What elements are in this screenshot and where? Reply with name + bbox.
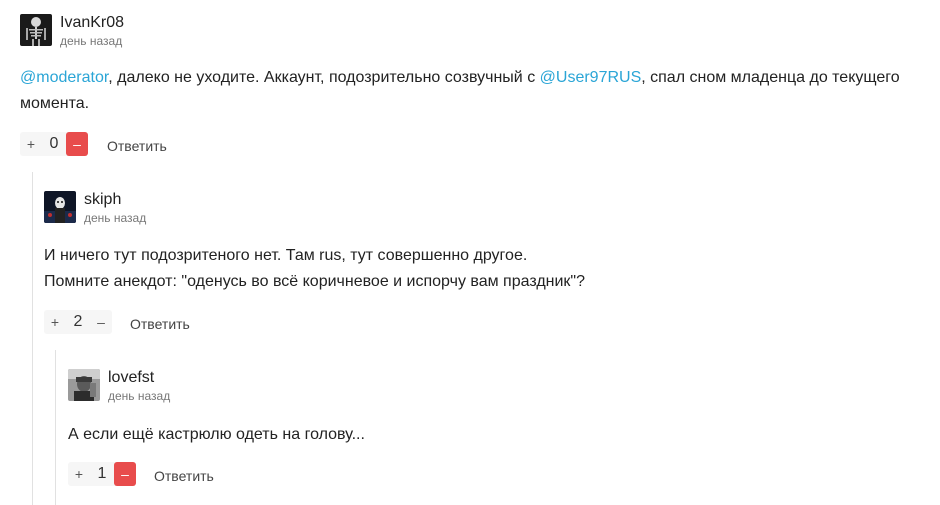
comment-header: skiph день назад [44,191,924,227]
comment-timestamp[interactable]: день назад [84,211,146,225]
vote-count: 2 [73,313,83,330]
comment-skiph: skiph день назад И ничего тут подозритен… [44,191,924,341]
downvote-button[interactable]: – [90,310,112,334]
comment-body-line-2: момента. [20,95,90,112]
comment-text-fragment: , далеко не уходите. Аккаунт, подозрител… [108,69,540,86]
thread-line-level-1 [32,172,33,505]
vote-widget: + 2 – [44,310,112,334]
thread-line-level-2 [55,350,56,505]
comment-body-line-1: А если ещё кастрюлю одеть на голову... [68,426,365,443]
author-name[interactable]: skiph [84,191,121,209]
comment-header: lovefst день назад [68,369,928,405]
avatar[interactable] [20,14,52,46]
downvote-button[interactable]: – [66,132,88,156]
comment-body-line-1: И ничего тут подозритеного нет. Там rus,… [44,247,528,264]
upvote-button[interactable]: + [68,462,90,486]
mention-link[interactable]: @moderator [20,69,108,86]
comment-text-fragment: , спал сном младенца до текущего [641,69,900,86]
vote-widget: + 0 – [20,132,88,156]
avatar[interactable] [44,191,76,223]
comment-lovefst: lovefst день назад А если ещё кастрюлю о… [68,369,928,499]
comment-body: А если ещё кастрюлю одеть на голову... [68,422,365,448]
vote-widget: + 1 – [68,462,136,486]
reply-button[interactable]: Ответить [130,316,190,332]
author-name[interactable]: lovefst [108,369,154,387]
avatar-skeleton-image [20,14,52,46]
reply-button[interactable]: Ответить [107,138,167,154]
comment-timestamp[interactable]: день назад [108,389,170,403]
comment-timestamp[interactable]: день назад [60,34,122,48]
mention-link[interactable]: @User97RUS [540,69,642,86]
avatar-grey-photo-image [68,369,100,401]
comment-header: IvanKr08 день назад [20,14,920,50]
downvote-button[interactable]: – [114,462,136,486]
vote-count: 1 [97,465,107,482]
author-name[interactable]: IvanKr08 [60,14,124,32]
avatar-dark-figure-image [44,191,76,223]
comment-body: @moderator, далеко не уходите. Аккаунт, … [20,65,900,117]
vote-count: 0 [49,135,59,152]
comment-body: И ничего тут подозритеного нет. Там rus,… [44,243,585,295]
comment-body-line-2: Помните анекдот: "оденусь во всё коричне… [44,273,585,290]
comments-page: IvanKr08 день назад @moderator, далеко н… [0,0,940,505]
reply-button[interactable]: Ответить [154,468,214,484]
upvote-button[interactable]: + [20,132,42,156]
comment-ivankr08: IvanKr08 день назад @moderator, далеко н… [20,14,920,164]
upvote-button[interactable]: + [44,310,66,334]
comment-body-line-1: @moderator, далеко не уходите. Аккаунт, … [20,65,900,91]
avatar[interactable] [68,369,100,401]
